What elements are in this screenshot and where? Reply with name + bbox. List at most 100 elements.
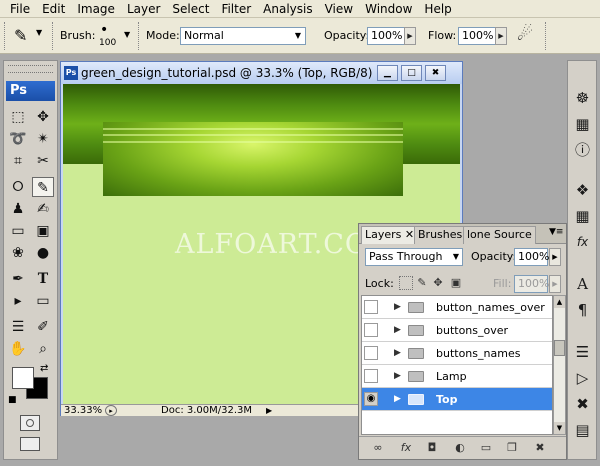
pen-tool-icon[interactable]: ✒	[7, 269, 29, 289]
histogram-icon[interactable]: ▦	[571, 113, 594, 135]
layer-opacity-arrow-icon[interactable]: ▶	[549, 248, 561, 266]
fill-input[interactable]: 100%	[514, 275, 549, 293]
clone-stamp-tool-icon[interactable]: ♟	[7, 199, 29, 219]
options-grip[interactable]	[4, 22, 7, 50]
adjustment-layer-icon[interactable]: ◐	[453, 441, 467, 455]
move-tool-icon[interactable]: ✥	[32, 107, 54, 127]
new-group-icon[interactable]: ▭	[479, 441, 493, 455]
menu-analysis[interactable]: Analysis	[257, 0, 318, 18]
blend-mode-select[interactable]: Pass Through ▼	[365, 248, 463, 266]
document-title-bar[interactable]: Ps green_design_tutorial.psd @ 33.3% (To…	[61, 62, 462, 84]
delete-layer-icon[interactable]: ✖	[533, 441, 547, 455]
opacity-slider-arrow-icon[interactable]: ▶	[404, 27, 416, 45]
tool-presets-icon[interactable]: ✖	[571, 393, 594, 415]
menu-select[interactable]: Select	[166, 0, 215, 18]
menu-file[interactable]: File	[4, 0, 36, 18]
tab-clone-source[interactable]: lone Source	[463, 226, 536, 244]
zoom-level[interactable]: 33.33%	[64, 405, 102, 416]
expand-triangle-icon[interactable]: ▶	[394, 301, 401, 313]
brush-tool-icon[interactable]: ✎	[14, 26, 27, 45]
scroll-down-icon[interactable]: ▼	[554, 422, 565, 434]
link-layers-icon[interactable]: ∞	[371, 441, 385, 455]
close-button[interactable]: ✖	[425, 65, 446, 81]
styles-icon[interactable]: fx	[571, 231, 594, 253]
lock-position-icon[interactable]: ✥	[431, 276, 445, 290]
paragraph-icon[interactable]: ¶	[571, 299, 594, 321]
menu-help[interactable]: Help	[418, 0, 457, 18]
tools-grip[interactable]	[8, 65, 53, 73]
menu-image[interactable]: Image	[71, 0, 121, 18]
color-icon[interactable]: ❖	[571, 179, 594, 201]
eye-icon[interactable]: ◉	[364, 392, 378, 406]
navigator-icon[interactable]: ☸	[571, 87, 594, 109]
crop-tool-icon[interactable]: ⌗	[7, 151, 29, 171]
quick-mask-icon[interactable]	[20, 415, 40, 431]
zoom-tool-icon[interactable]: ⌕	[32, 339, 54, 359]
airbrush-icon[interactable]: ☄	[517, 24, 533, 45]
slice-tool-icon[interactable]: ✂	[32, 151, 54, 171]
expand-triangle-icon[interactable]: ▶	[394, 393, 401, 405]
fill-arrow-icon[interactable]: ▶	[549, 275, 561, 293]
info-icon[interactable]: ⓘ	[571, 139, 594, 161]
default-colors-icon[interactable]: ■	[8, 395, 17, 405]
dodge-tool-icon[interactable]: ●	[32, 243, 54, 263]
tab-brushes[interactable]: Brushes	[414, 226, 467, 244]
menu-view[interactable]: View	[319, 0, 359, 18]
blur-tool-icon[interactable]: ❀	[7, 243, 29, 263]
flow-slider-arrow-icon[interactable]: ▶	[495, 27, 507, 45]
screen-mode-icon[interactable]	[20, 437, 40, 451]
new-layer-icon[interactable]: ❐	[505, 441, 519, 455]
hand-tool-icon[interactable]: ✋	[7, 339, 29, 359]
foreground-color-swatch[interactable]	[12, 367, 34, 389]
swap-colors-icon[interactable]: ⇄	[40, 363, 48, 374]
status-arrow-icon[interactable]: ▶	[266, 405, 272, 416]
type-tool-icon[interactable]: T	[32, 269, 54, 289]
history-brush-tool-icon[interactable]: ✍	[32, 199, 54, 219]
brush-tool-selected-icon[interactable]: ✎	[32, 177, 54, 197]
lock-all-icon[interactable]: ▣	[449, 276, 463, 290]
eraser-tool-icon[interactable]: ▭	[7, 221, 29, 241]
menu-window[interactable]: Window	[359, 0, 418, 18]
brush-picker-arrow-icon[interactable]: ▼	[124, 30, 130, 39]
layer-row-buttons-names[interactable]: ▶ buttons_names	[362, 342, 552, 365]
status-menu-icon[interactable]: ▸	[105, 405, 117, 416]
marquee-tool-icon[interactable]: ⬚	[7, 107, 29, 127]
expand-triangle-icon[interactable]: ▶	[394, 324, 401, 336]
expand-triangle-icon[interactable]: ▶	[394, 347, 401, 359]
layer-comps-icon[interactable]: ▤	[571, 419, 594, 441]
visibility-toggle[interactable]	[364, 300, 378, 314]
menu-layer[interactable]: Layer	[121, 0, 166, 18]
visibility-toggle[interactable]	[364, 369, 378, 383]
path-selection-tool-icon[interactable]: ▸	[7, 291, 29, 311]
eyedropper-tool-icon[interactable]: ✐	[32, 317, 54, 337]
brush-dot-icon[interactable]: •	[100, 22, 108, 38]
lasso-tool-icon[interactable]: ➰	[7, 129, 29, 149]
layer-list-scrollbar[interactable]: ▲ ▼	[553, 295, 566, 435]
swatches-icon[interactable]: ▦	[571, 205, 594, 227]
visibility-toggle[interactable]	[364, 346, 378, 360]
tool-preset-arrow-icon[interactable]: ▼	[36, 28, 42, 37]
visibility-toggle[interactable]	[364, 323, 378, 337]
lock-transparent-icon[interactable]	[399, 276, 413, 290]
layer-style-icon[interactable]: fx	[399, 441, 413, 455]
mode-select[interactable]: Normal ▼	[180, 27, 306, 45]
layer-row-lamp[interactable]: ▶ Lamp	[362, 365, 552, 388]
history-icon[interactable]: ☰	[571, 341, 594, 363]
menu-filter[interactable]: Filter	[215, 0, 257, 18]
magic-wand-tool-icon[interactable]: ✴	[32, 129, 54, 149]
maximize-button[interactable]: □	[401, 65, 422, 81]
layer-row-button-names-over[interactable]: ▶ button_names_over	[362, 296, 552, 319]
scroll-up-icon[interactable]: ▲	[554, 296, 565, 308]
expand-triangle-icon[interactable]: ▶	[394, 370, 401, 382]
gradient-tool-icon[interactable]: ▣	[32, 221, 54, 241]
shape-tool-icon[interactable]: ▭	[32, 291, 54, 311]
layer-mask-icon[interactable]: ◘	[425, 441, 439, 455]
healing-brush-tool-icon[interactable]: ⭘	[7, 177, 29, 197]
flow-input[interactable]: 100%	[458, 27, 496, 45]
character-icon[interactable]: A	[571, 273, 594, 295]
tab-layers[interactable]: Layers ✕	[361, 226, 419, 244]
layer-opacity-input[interactable]: 100%	[514, 248, 549, 266]
actions-icon[interactable]: ▷	[571, 367, 594, 389]
lock-image-icon[interactable]: ✎	[415, 276, 429, 290]
layer-row-top[interactable]: ◉ ▶ Top	[362, 388, 552, 411]
